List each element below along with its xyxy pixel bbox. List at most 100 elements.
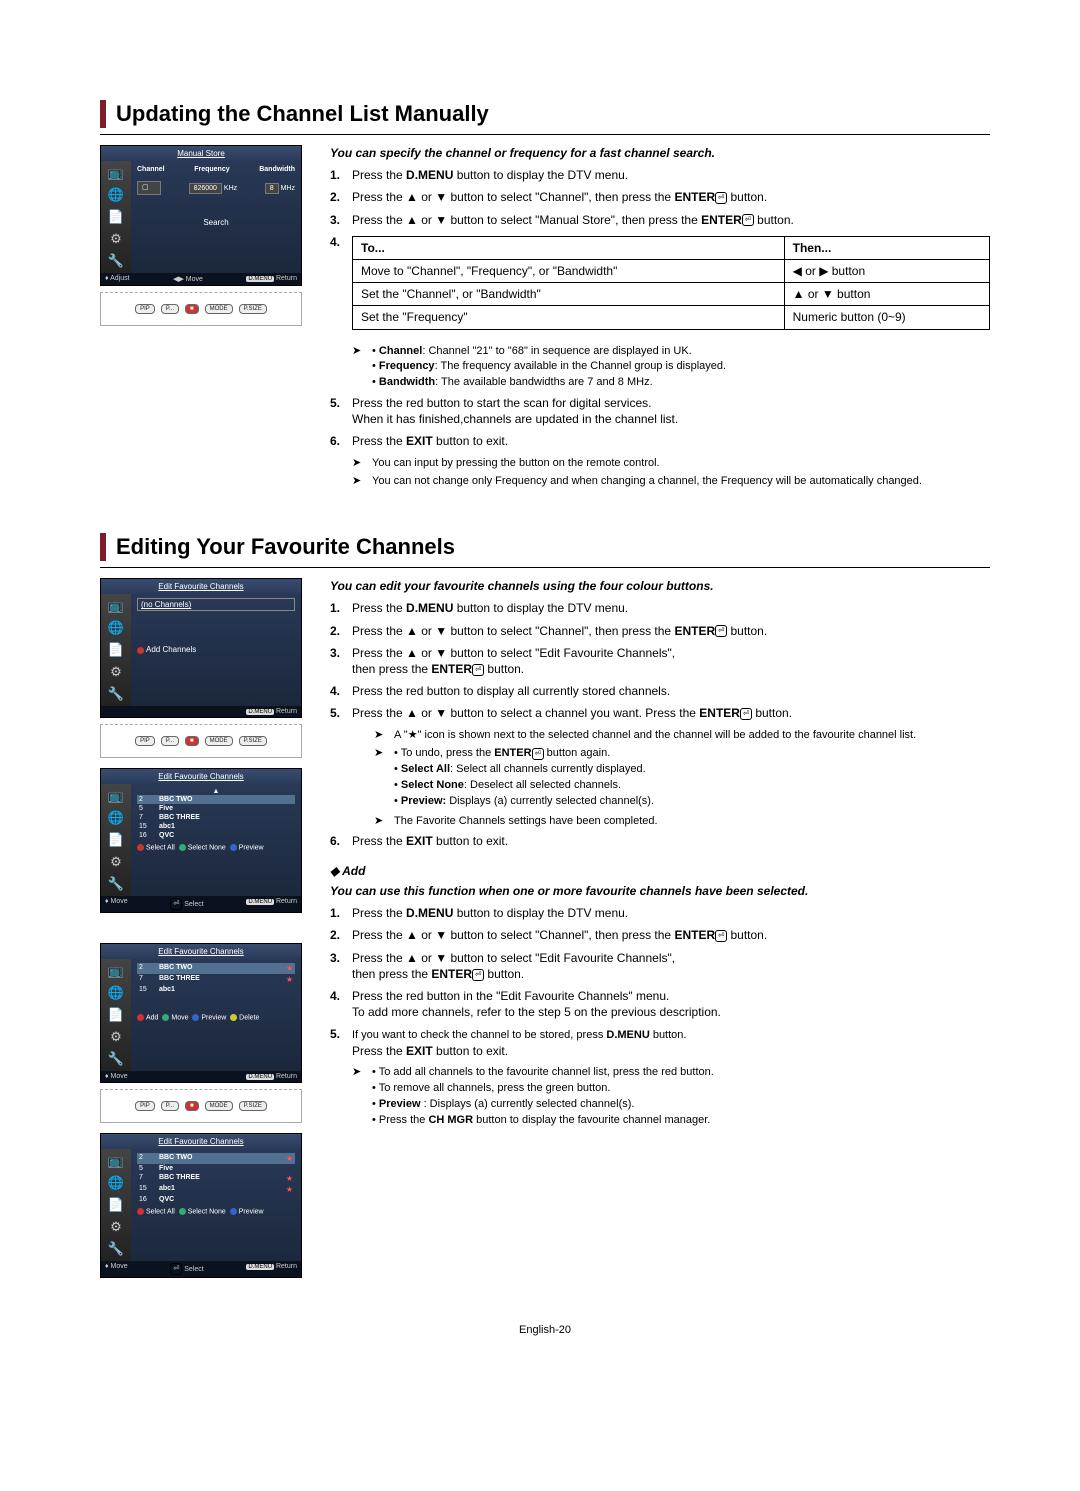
add-step-4: 4.Press the red button in the "Edit Favo…: [330, 988, 990, 1020]
tool-icon: 🔧: [108, 1241, 124, 1257]
footer-move: ◀▶ Move: [173, 275, 203, 283]
osd-edit-fav-list: Edit Favourite Channels 📺 🌐 📄 ⚙ 🔧 ▲ 2BBC…: [100, 768, 302, 913]
osd-content: ▲ 2BBC TWO 5Five 7BBC THREE 15abc1 16QVC…: [131, 784, 301, 896]
enter-icon: ⏎: [715, 192, 727, 204]
step-num: 1.: [330, 600, 352, 616]
footer-move: ♦ Move: [105, 898, 128, 910]
table-row: Move to "Channel", "Frequency", or "Band…: [353, 259, 990, 282]
list-item: 15abc1★: [137, 1184, 295, 1195]
osd-title: Edit Favourite Channels: [101, 1134, 301, 1149]
gear-icon: ⚙: [110, 664, 122, 680]
remote-red-icon: ■: [185, 1101, 199, 1111]
list-item: 5Five: [137, 804, 295, 813]
step-1: 1. Press the D.MENU button to display th…: [330, 167, 990, 183]
section-accent: [100, 100, 106, 128]
footer-adjust: ♦ Adjust: [105, 275, 130, 283]
note-channel-freq-bw: ➤ • Channel: Channel "21" to "68" in seq…: [352, 344, 990, 392]
note-completed: ➤ The Favorite Channels settings have be…: [374, 814, 990, 829]
step-num: 4.: [330, 988, 352, 1020]
remote-mode: MODE: [205, 1101, 233, 1111]
section-rule: [100, 134, 990, 135]
osd-content: Channel Frequency Bandwidth ▢ 826000 KHz…: [131, 161, 301, 273]
add-step-5: 5.If you want to check the channel to be…: [330, 1026, 990, 1059]
to-then-table: To... Then... Move to "Channel", "Freque…: [352, 236, 990, 330]
section-title: Updating the Channel List Manually: [116, 101, 489, 127]
gear-icon: ⚙: [110, 854, 122, 870]
section-body: Manual Store 📺 🌐 📄 ⚙ 🔧 Channel: [100, 145, 990, 493]
section-title-row: Updating the Channel List Manually: [100, 100, 990, 128]
note-text: You can input by pressing the button on …: [372, 456, 990, 471]
colour-hints: Add Move Preview Delete: [137, 1014, 295, 1021]
osd-values: ▢ 826000 KHz 8 MHz: [137, 180, 295, 196]
footer-select: ⏎ Select: [170, 1263, 203, 1275]
list-icon: 📄: [108, 832, 124, 848]
osd-body: 📺 🌐 📄 ⚙ 🔧 (no Channels) Add Channels: [101, 594, 301, 706]
osd-sidebar-icons: 📺 🌐 📄 ⚙ 🔧: [101, 1149, 131, 1261]
right-col: You can edit your favourite channels usi…: [330, 578, 990, 1284]
tool-icon: 🔧: [108, 876, 124, 892]
left-col: Edit Favourite Channels 📺 🌐 📄 ⚙ 🔧 (no Ch…: [100, 578, 310, 1284]
spacer: [100, 919, 310, 943]
note-text: A "★" icon is shown next to the selected…: [394, 728, 990, 743]
osd-content: 2BBC TWO★ 7BBC THREE★ 15abc1 Add Move Pr…: [131, 959, 301, 1071]
step-num: 2.: [330, 189, 352, 205]
osd-title: Edit Favourite Channels: [101, 769, 301, 784]
osd-manual-store: Manual Store 📺 🌐 📄 ⚙ 🔧 Channel: [100, 145, 302, 286]
note-line: • To add all channels to the favourite c…: [372, 1065, 990, 1080]
list-item: 5Five: [137, 1164, 295, 1173]
gear-icon: ⚙: [110, 1029, 122, 1045]
hdr-channel: Channel: [137, 166, 165, 173]
star-icon: ★: [286, 975, 293, 984]
osd-body: 📺 🌐 📄 ⚙ 🔧 Channel Frequency Bandwidth: [101, 161, 301, 273]
intro-add: You can use this function when one or mo…: [330, 883, 990, 899]
th-to: To...: [353, 236, 785, 259]
add-step-3: 3.Press the ▲ or ▼ button to select "Edi…: [330, 950, 990, 982]
bandwidth-value: 8 MHz: [265, 183, 295, 194]
dot-green-icon: [179, 844, 186, 851]
th-then: Then...: [784, 236, 989, 259]
step-num: 2.: [330, 623, 352, 639]
osd-edit-fav-empty: Edit Favourite Channels 📺 🌐 📄 ⚙ 🔧 (no Ch…: [100, 578, 302, 718]
note-remote-input: ➤ You can input by pressing the button o…: [352, 456, 990, 471]
remote-pip: PIP: [135, 1101, 155, 1111]
dot-red-icon: [137, 1014, 144, 1021]
note-arrow-icon: ➤: [374, 746, 394, 809]
note-arrow-icon: ➤: [352, 474, 372, 489]
list-item: 7BBC THREE: [137, 813, 295, 822]
osd-sidebar-icons: 📺 🌐 📄 ⚙ 🔧: [101, 594, 131, 706]
section-rule: [100, 567, 990, 568]
section-updating-channel-list: Updating the Channel List Manually Manua…: [100, 100, 990, 493]
step-text: Press the red button to display all curr…: [352, 683, 990, 699]
osd-edit-fav-starred: Edit Favourite Channels 📺 🌐 📄 ⚙ 🔧 2BBC T…: [100, 943, 302, 1083]
footer-select: ⏎ Select: [170, 898, 203, 910]
note-line: • Preview: Displays (a) currently select…: [394, 794, 990, 809]
table-row: Set the "Channel", or "Bandwidth" ▲ or ▼…: [353, 283, 990, 306]
osd-body: 📺 🌐 📄 ⚙ 🔧 2BBC TWO★ 5Five 7BBC THREE★ 15…: [101, 1149, 301, 1261]
step-text: To... Then... Move to "Channel", "Freque…: [352, 234, 990, 338]
remote-p: P...: [161, 736, 179, 746]
step-4: 4. To... Then... Move to "Channel", "Fre…: [330, 234, 990, 338]
osd-sidebar-icons: 📺 🌐 📄 ⚙ 🔧: [101, 784, 131, 896]
step-text: Press the ▲ or ▼ button to select "Manua…: [352, 212, 990, 228]
list-item: 15abc1: [137, 985, 295, 994]
section-body: Edit Favourite Channels 📺 🌐 📄 ⚙ 🔧 (no Ch…: [100, 578, 990, 1284]
remote-psize: P.SIZE: [239, 304, 267, 314]
tv-icon: 📺: [108, 598, 124, 614]
remote-p: P...: [161, 304, 179, 314]
step-text: Press the ▲ or ▼ button to select a chan…: [352, 705, 990, 721]
list-icon: 📄: [108, 209, 124, 225]
note-freq-auto: ➤ You can not change only Frequency and …: [352, 474, 990, 489]
enter-icon: ⏎: [715, 930, 727, 942]
star-icon: ★: [286, 964, 293, 973]
step-num: 2.: [330, 927, 352, 943]
step-2: 2.Press the ▲ or ▼ button to select "Cha…: [330, 623, 990, 639]
enter-icon: ⏎: [472, 969, 484, 981]
enter-icon: ⏎: [170, 1263, 182, 1275]
note-add-list: ➤ • To add all channels to the favourite…: [352, 1065, 990, 1128]
step-text: Press the ▲ or ▼ button to select "Chann…: [352, 623, 990, 639]
osd-content: (no Channels) Add Channels: [131, 594, 301, 706]
remote-p: P...: [161, 1101, 179, 1111]
osd-footer: ♦ Adjust ◀▶ Move D.MENU Return: [101, 273, 301, 285]
note-text: You can not change only Frequency and wh…: [372, 474, 990, 489]
note-line: • To undo, press the ENTER⏎ button again…: [394, 746, 990, 761]
